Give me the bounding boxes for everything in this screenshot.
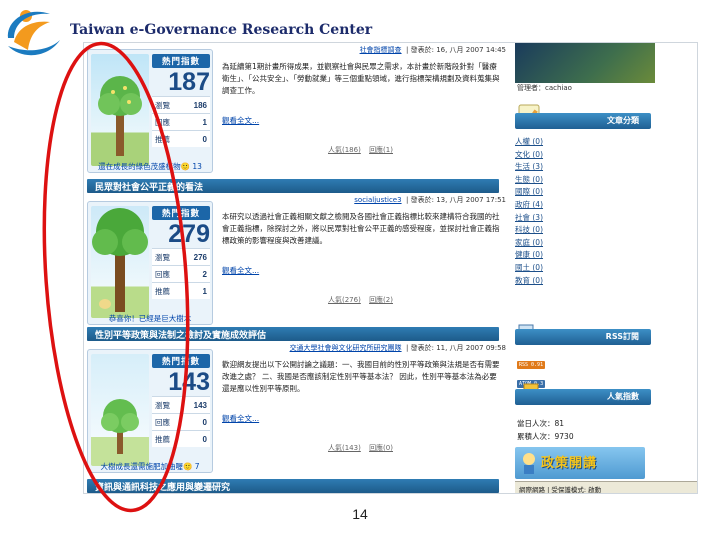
post-stats: 熱門指數 143 瀏覽 143 回應 0 推薦 0 bbox=[152, 354, 210, 447]
category-link[interactable]: 科技 (0) bbox=[515, 224, 543, 237]
hits-link[interactable]: 人氣(276) bbox=[328, 296, 361, 304]
post-title-bar[interactable]: 性別平等政策與法制之檢討及實施成效評估 bbox=[87, 327, 499, 341]
category-link[interactable]: 國土 (0) bbox=[515, 262, 543, 275]
browser-status-bar: 網際網路 | 受保護模式: 啟動 bbox=[515, 481, 697, 493]
post-meta: 交通大學社會與文化研究所研究團隊 | 發表於: 11, 八月 2007 09:5… bbox=[289, 344, 506, 352]
visitor-counter: 當日人次：81 累積人次：9730 bbox=[517, 417, 574, 443]
category-link[interactable]: 教育 (0) bbox=[515, 275, 543, 288]
replies-link[interactable]: 回應(0) bbox=[369, 444, 393, 452]
page-number: 14 bbox=[352, 506, 368, 522]
rss-header: RSS訂閱 bbox=[515, 329, 651, 345]
stat-replies: 回應 1 bbox=[152, 113, 210, 130]
post-title-bar[interactable]: 資訊與通訊科技之應用與變遷研究 bbox=[87, 479, 499, 493]
category-link[interactable]: 國際 (0) bbox=[515, 186, 543, 199]
stat-replies: 回應 2 bbox=[152, 265, 210, 282]
post-body: 本研究以透過社會正義相關文獻之檢閱及各國社會正義指標比較來建構符合我國的社會正義… bbox=[222, 212, 500, 245]
stat-recommends: 推薦 1 bbox=[152, 282, 210, 299]
page-title: Taiwan e-Governance Research Center bbox=[70, 22, 373, 38]
stat-recommends: 推薦 0 bbox=[152, 430, 210, 447]
post-body: 為延續第1期計畫所得成果，並觀察社會與民眾之需求，本計畫於新階段針對「醫療衛生」… bbox=[222, 62, 500, 95]
read-more-link[interactable]: 觀看全文... bbox=[222, 265, 259, 276]
tree-illustration bbox=[91, 54, 149, 166]
hits-link[interactable]: 人氣(186) bbox=[328, 146, 361, 154]
category-link[interactable]: 生態 (0) bbox=[515, 174, 543, 187]
tree-illustration bbox=[91, 354, 149, 466]
category-link[interactable]: 社會 (3) bbox=[515, 212, 543, 225]
post-date: 發表於: 16, 八月 2007 14:45 bbox=[410, 46, 506, 54]
stat-views: 瀏覽 186 bbox=[152, 96, 210, 113]
sidebar: 管理者：cachiao 文章分類 人權 (0) 文化 (0) 生活 (3) 生態… bbox=[515, 43, 697, 493]
post-body: 歡迎網友提出以下公開討論之議題：一、我國目前的性別平等政策與法規是否有需要改進之… bbox=[222, 360, 500, 393]
tree-caption[interactable]: 大樹成長還需施肥加油喔🙂 7 bbox=[87, 461, 213, 472]
popularity-card: 熱門指數 279 瀏覽 276 回應 2 推薦 1 bbox=[87, 201, 213, 325]
replies-link[interactable]: 回應(1) bbox=[369, 146, 393, 154]
category-link[interactable]: 健康 (0) bbox=[515, 249, 543, 262]
category-link[interactable]: 家庭 (0) bbox=[515, 237, 543, 250]
hot-index-label: 熱門指數 bbox=[152, 206, 210, 220]
speaker-icon bbox=[523, 453, 535, 474]
popularity-header: 人氣指數 bbox=[515, 389, 651, 405]
hot-index-value: 279 bbox=[168, 220, 210, 248]
replies-link[interactable]: 回應(2) bbox=[369, 296, 393, 304]
post-meta: 社會指標調查 | 發表於: 16, 八月 2007 14:45 bbox=[359, 46, 506, 54]
category-link[interactable]: 人權 (0) bbox=[515, 136, 543, 149]
post-meta: socialjustice3 | 發表於: 13, 八月 2007 17:51 bbox=[354, 196, 506, 204]
banner-text: 政策開講 bbox=[541, 456, 598, 471]
hot-index-label: 熱門指數 bbox=[152, 354, 210, 368]
post-title-bar[interactable]: 民眾對社會公平正義的看法 bbox=[87, 179, 499, 193]
author-link[interactable]: 社會指標調查 bbox=[360, 46, 402, 54]
post-title[interactable]: 民眾對社會公平正義的看法 bbox=[95, 180, 203, 193]
owner-banner-photo bbox=[515, 43, 655, 83]
stat-recommends: 推薦 0 bbox=[152, 130, 210, 147]
categories-header: 文章分類 bbox=[515, 113, 651, 129]
category-link[interactable]: 政府 (4) bbox=[515, 199, 543, 212]
category-link[interactable]: 生活 (3) bbox=[515, 161, 543, 174]
stat-views: 瀏覽 276 bbox=[152, 248, 210, 265]
post-date: 發表於: 11, 八月 2007 09:58 bbox=[410, 344, 506, 352]
read-more-link[interactable]: 觀看全文... bbox=[222, 115, 259, 126]
tree-caption[interactable]: 恭喜你！已經是巨大樹木 bbox=[87, 313, 213, 324]
slide: Taiwan e-Governance Research Center 社會指標… bbox=[0, 0, 720, 540]
post-stats: 熱門指數 279 瀏覽 276 回應 2 推薦 1 bbox=[152, 206, 210, 299]
stat-replies: 回應 0 bbox=[152, 413, 210, 430]
popularity-card: 熱門指數 187 瀏覽 186 回應 1 推薦 0 bbox=[87, 49, 213, 173]
post-links: 人氣(143) 回應(0) bbox=[328, 443, 399, 453]
visitors-today: 當日人次：81 bbox=[517, 419, 565, 428]
post-title[interactable]: 性別平等政策與法制之檢討及實施成效評估 bbox=[95, 328, 266, 341]
author-link[interactable]: 交通大學社會與文化研究所研究團隊 bbox=[290, 344, 402, 352]
category-link[interactable]: 文化 (0) bbox=[515, 149, 543, 162]
rss-badge[interactable]: RSS 0.91 bbox=[517, 361, 546, 369]
category-list: 人權 (0) 文化 (0) 生活 (3) 生態 (0) 國際 (0) 政府 (4… bbox=[515, 136, 543, 287]
policy-banner[interactable]: 政策開講 bbox=[515, 447, 645, 479]
hot-index-value: 143 bbox=[168, 368, 210, 396]
tree-illustration bbox=[91, 206, 149, 318]
post-links: 人氣(186) 回應(1) bbox=[328, 145, 399, 155]
hot-index-label: 熱門指數 bbox=[152, 54, 210, 68]
hits-link[interactable]: 人氣(143) bbox=[328, 444, 361, 452]
post-date: 發表於: 13, 八月 2007 17:51 bbox=[410, 196, 506, 204]
stat-views: 瀏覽 143 bbox=[152, 396, 210, 413]
author-link[interactable]: socialjustice3 bbox=[354, 196, 401, 204]
post-links: 人氣(276) 回應(2) bbox=[328, 295, 399, 305]
visitors-total: 累積人次：9730 bbox=[517, 432, 574, 441]
read-more-link[interactable]: 觀看全文... bbox=[222, 413, 259, 424]
owner-label[interactable]: 管理者：cachiao bbox=[517, 83, 572, 93]
post-stats: 熱門指數 187 瀏覽 186 回應 1 推薦 0 bbox=[152, 54, 210, 147]
tree-caption[interactable]: 還在成長的綠色茂盛植物🙂 13 bbox=[87, 161, 213, 172]
hot-index-value: 187 bbox=[168, 68, 210, 96]
post-title[interactable]: 資訊與通訊科技之應用與變遷研究 bbox=[95, 480, 230, 493]
tegr-logo bbox=[7, 10, 60, 56]
popularity-card: 熱門指數 143 瀏覽 143 回應 0 推薦 0 bbox=[87, 349, 213, 473]
blog-screenshot: 社會指標調查 | 發表於: 16, 八月 2007 14:45 熱門指數 187… bbox=[83, 42, 698, 494]
